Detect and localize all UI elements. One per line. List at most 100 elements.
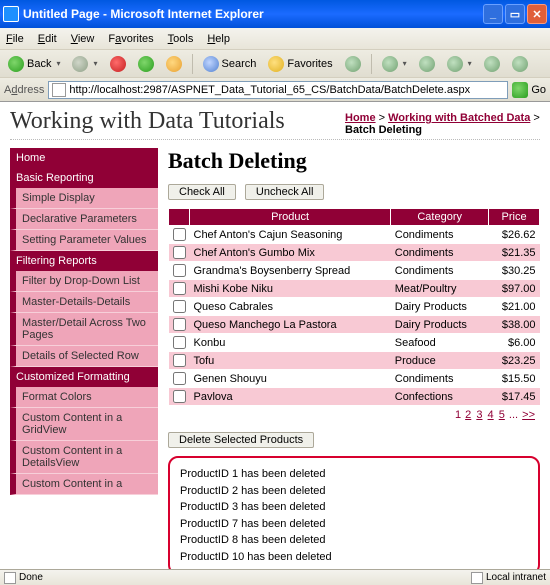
sidebar-item[interactable]: Declarative Parameters	[10, 209, 158, 230]
refresh-button[interactable]	[134, 54, 158, 74]
menu-file[interactable]: File	[6, 33, 24, 45]
pager-link[interactable]: 4	[488, 409, 494, 421]
sidebar-item[interactable]: Details of Selected Row	[10, 346, 158, 367]
discuss-button[interactable]	[480, 54, 504, 74]
print-icon	[419, 56, 435, 72]
window-title: Untitled Page - Microsoft Internet Explo…	[23, 7, 483, 21]
restore-button[interactable]: ▭	[505, 4, 525, 24]
sidebar-item[interactable]: Setting Parameter Values	[10, 230, 158, 251]
grid-header-checkbox	[169, 209, 190, 226]
back-button[interactable]: Back▾	[4, 54, 64, 74]
home-button[interactable]	[162, 54, 186, 74]
address-label: Address	[4, 84, 44, 96]
products-grid: Product Category Price Chef Anton's Caju…	[168, 208, 540, 406]
sidebar-header[interactable]: Home	[10, 148, 158, 168]
check-all-button[interactable]: Check All	[168, 184, 236, 200]
discuss-icon	[484, 56, 500, 72]
row-checkbox[interactable]	[173, 282, 186, 295]
pager-link[interactable]: 5	[499, 409, 505, 421]
sidebar-item[interactable]: Master/Detail Across Two Pages	[10, 313, 158, 346]
menu-favorites[interactable]: Favorites	[108, 33, 153, 45]
row-checkbox[interactable]	[173, 228, 186, 241]
table-row: Genen ShouyuCondiments$15.50	[169, 370, 540, 388]
go-button[interactable]: Go	[512, 82, 546, 98]
cell-price: $30.25	[489, 262, 540, 280]
cell-product: Grandma's Boysenberry Spread	[190, 262, 391, 280]
edit-button[interactable]: ▾	[443, 54, 476, 74]
cell-category: Confections	[391, 388, 489, 406]
sidebar-header[interactable]: Filtering Reports	[10, 251, 158, 271]
row-checkbox[interactable]	[173, 318, 186, 331]
window-titlebar: Untitled Page - Microsoft Internet Explo…	[0, 0, 550, 28]
close-button[interactable]: ✕	[527, 4, 547, 24]
cell-product: Pavlova	[190, 388, 391, 406]
pager-next[interactable]: >>	[522, 409, 535, 421]
menu-tools[interactable]: Tools	[168, 33, 194, 45]
sidebar-header[interactable]: Customized Formatting	[10, 367, 158, 387]
zone-icon	[471, 572, 483, 584]
cell-price: $26.62	[489, 226, 540, 244]
main: Batch Deleting Check All Uncheck All Pro…	[168, 148, 540, 569]
message-line: ProductID 2 has been deleted	[180, 483, 528, 500]
cell-price: $23.25	[489, 352, 540, 370]
pager-more: ...	[509, 409, 518, 421]
address-input[interactable]: http://localhost:2987/ASPNET_Data_Tutori…	[48, 81, 508, 99]
uncheck-all-button[interactable]: Uncheck All	[245, 184, 324, 200]
menu-help[interactable]: Help	[207, 33, 230, 45]
menu-edit[interactable]: Edit	[38, 33, 57, 45]
pager-current: 1	[455, 409, 461, 421]
sidebar-item[interactable]: Simple Display	[10, 188, 158, 209]
status-done: Done	[19, 572, 43, 583]
row-checkbox[interactable]	[173, 372, 186, 385]
favorites-button[interactable]: Favorites	[264, 54, 336, 74]
stop-button[interactable]	[106, 54, 130, 74]
search-label: Search	[222, 58, 257, 70]
cell-category: Meat/Poultry	[391, 280, 489, 298]
research-button[interactable]	[508, 54, 532, 74]
cell-category: Condiments	[391, 244, 489, 262]
sidebar-item[interactable]: Custom Content in a DetailsView	[10, 441, 158, 474]
row-checkbox[interactable]	[173, 246, 186, 259]
research-icon	[512, 56, 528, 72]
sidebar-item[interactable]: Custom Content in a	[10, 474, 158, 495]
grid-header-price: Price	[489, 209, 540, 226]
message-line: ProductID 1 has been deleted	[180, 466, 528, 483]
addressbar: Address http://localhost:2987/ASPNET_Dat…	[0, 78, 550, 102]
sidebar-item[interactable]: Custom Content in a GridView	[10, 408, 158, 441]
pager-link[interactable]: 2	[465, 409, 471, 421]
row-checkbox[interactable]	[173, 300, 186, 313]
delete-selected-button[interactable]: Delete Selected Products	[168, 432, 314, 448]
search-button[interactable]: Search	[199, 54, 261, 74]
minimize-button[interactable]: _	[483, 4, 503, 24]
message-line: ProductID 7 has been deleted	[180, 516, 528, 533]
mail-button[interactable]: ▾	[378, 54, 411, 74]
row-checkbox[interactable]	[173, 354, 186, 367]
sidebar-item[interactable]: Format Colors	[10, 387, 158, 408]
cell-category: Condiments	[391, 226, 489, 244]
page-icon	[52, 83, 66, 97]
menu-view[interactable]: View	[71, 33, 95, 45]
sidebar-header[interactable]: Basic Reporting	[10, 168, 158, 188]
favorites-label: Favorites	[287, 58, 332, 70]
row-checkbox[interactable]	[173, 336, 186, 349]
back-label: Back	[27, 58, 51, 70]
table-row: Chef Anton's Gumbo MixCondiments$21.35	[169, 244, 540, 262]
forward-button[interactable]: ▾	[68, 54, 101, 74]
cell-category: Seafood	[391, 334, 489, 352]
address-url: http://localhost:2987/ASPNET_Data_Tutori…	[69, 84, 470, 96]
sidebar-item[interactable]: Master-Details-Details	[10, 292, 158, 313]
breadcrumb-section[interactable]: Working with Batched Data	[388, 112, 530, 124]
site-brand: Working with Data Tutorials	[10, 108, 285, 139]
cell-category: Dairy Products	[391, 316, 489, 334]
sidebar-item[interactable]: Filter by Drop-Down List	[10, 271, 158, 292]
cell-price: $17.45	[489, 388, 540, 406]
breadcrumb-home[interactable]: Home	[345, 112, 376, 124]
cell-product: Queso Manchego La Pastora	[190, 316, 391, 334]
print-button[interactable]	[415, 54, 439, 74]
cell-product: Chef Anton's Gumbo Mix	[190, 244, 391, 262]
grid-header-product: Product	[190, 209, 391, 226]
pager-link[interactable]: 3	[476, 409, 482, 421]
media-button[interactable]	[341, 54, 365, 74]
row-checkbox[interactable]	[173, 390, 186, 403]
row-checkbox[interactable]	[173, 264, 186, 277]
